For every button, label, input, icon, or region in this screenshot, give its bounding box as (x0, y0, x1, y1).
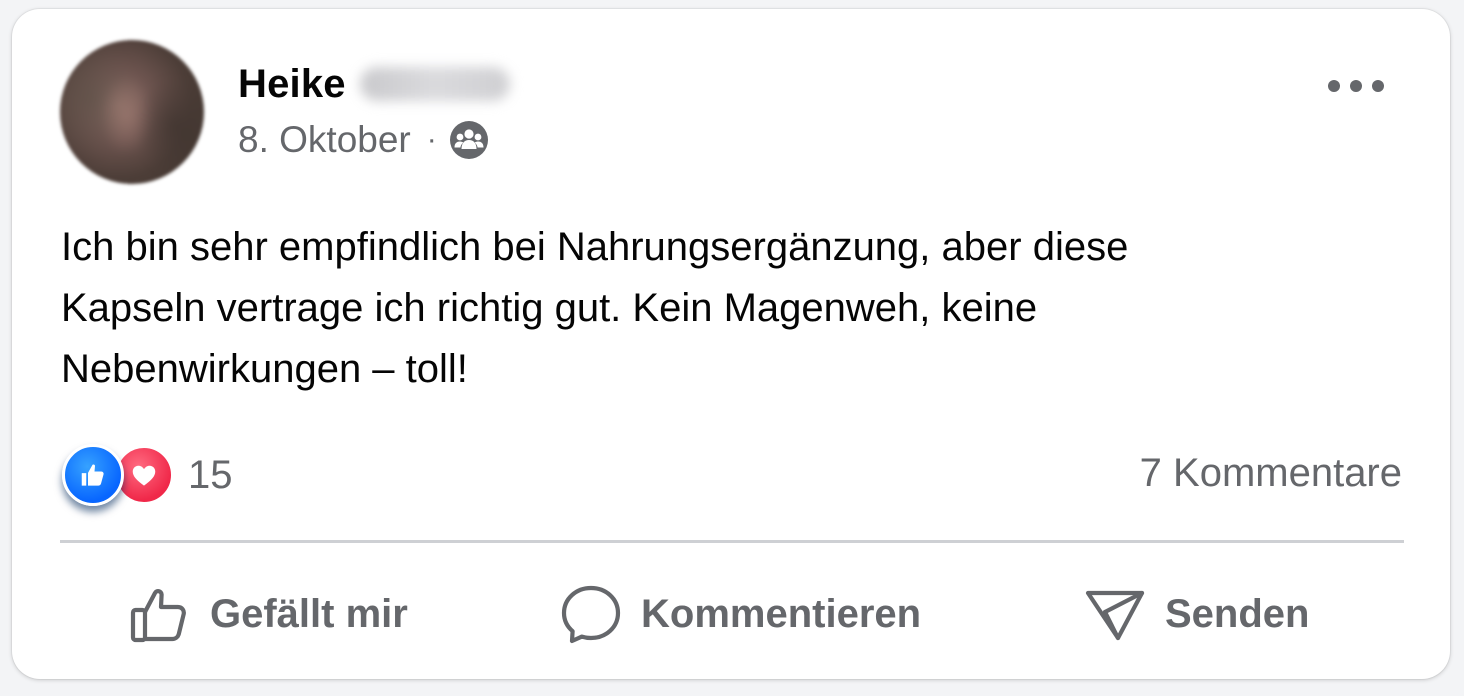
like-button[interactable]: Gefällt mir (128, 579, 408, 649)
post-meta: 8. Oktober · (238, 117, 489, 163)
like-reaction-icon (62, 444, 124, 506)
post-card: Heike 8. Oktober · Ich bin sehr empfindl… (12, 9, 1450, 679)
more-horizontal-icon (1328, 80, 1340, 92)
thumbs-up-icon (130, 589, 186, 643)
send-button[interactable]: Senden (1083, 579, 1309, 649)
meta-separator: · (426, 123, 437, 156)
comment-button[interactable]: Kommentieren (559, 579, 921, 649)
post-text: Ich bin sehr empfindlich bei Nahrungserg… (61, 225, 1129, 391)
author-row: Heike (238, 61, 510, 107)
avatar-image-blurred (60, 40, 204, 184)
group-icon[interactable] (449, 120, 489, 160)
post-date[interactable]: 8. Oktober (238, 119, 411, 161)
like-button-label: Gefällt mir (210, 591, 408, 636)
more-options-button[interactable] (1328, 71, 1384, 101)
author-name[interactable]: Heike (238, 62, 346, 107)
comment-button-label: Kommentieren (641, 591, 922, 636)
divider (60, 540, 1404, 543)
reactions-summary[interactable]: 15 (62, 444, 233, 506)
send-icon (1085, 590, 1145, 641)
author-avatar[interactable] (60, 40, 204, 184)
comment-bubble-icon (561, 585, 621, 644)
comments-count-link[interactable]: 7 Kommentare (1140, 451, 1402, 496)
author-surname-redacted (359, 67, 510, 101)
more-horizontal-icon-dot (1372, 80, 1384, 92)
reaction-count: 15 (188, 452, 233, 497)
send-button-label: Senden (1165, 591, 1310, 636)
more-horizontal-icon-dot (1350, 80, 1362, 92)
